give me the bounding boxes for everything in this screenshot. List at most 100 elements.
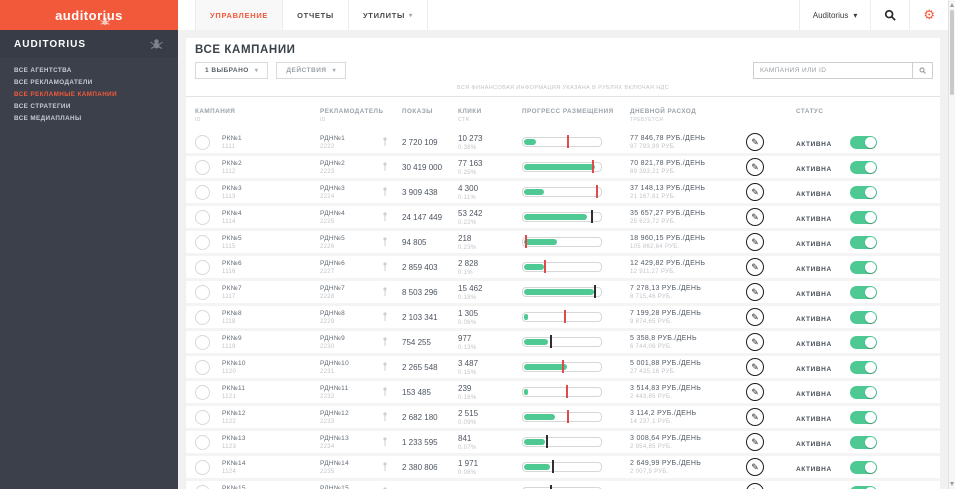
row-checkbox[interactable] xyxy=(195,184,210,200)
status-toggle[interactable] xyxy=(850,210,877,224)
logo[interactable]: auditorius xyxy=(0,0,178,30)
advertiser-name[interactable]: РДН№15 xyxy=(320,485,382,489)
campaign-name[interactable]: РК№8 xyxy=(222,310,320,317)
advertiser-name[interactable]: РДН№11 xyxy=(320,385,382,392)
status-toggle[interactable] xyxy=(850,360,877,374)
edit-button[interactable]: ✎ xyxy=(746,483,764,489)
status-toggle[interactable] xyxy=(850,460,877,474)
edit-button[interactable]: ✎ xyxy=(746,133,764,151)
edit-button[interactable]: ✎ xyxy=(746,433,764,451)
selected-dropdown[interactable]: 1 ВЫБРАНО ▾ xyxy=(195,62,269,79)
status-toggle[interactable] xyxy=(850,410,877,424)
row-checkbox[interactable] xyxy=(195,359,210,375)
row-checkbox[interactable] xyxy=(195,134,210,150)
sidebar-item[interactable]: ВСЕ РЕКЛАМОДАТЕЛИ xyxy=(14,79,164,86)
actions-dropdown[interactable]: ДЕЙСТВИЯ ▾ xyxy=(276,62,347,79)
campaign-name[interactable]: РК№15 xyxy=(222,485,320,489)
account-menu[interactable]: Auditorius ▾ xyxy=(798,0,871,30)
campaign-name[interactable]: РК№9 xyxy=(222,335,320,342)
campaign-search-button[interactable] xyxy=(913,62,933,79)
edit-button[interactable]: ✎ xyxy=(746,458,764,476)
row-checkbox[interactable] xyxy=(195,159,210,175)
row-checkbox[interactable] xyxy=(195,209,210,225)
pencil-icon: ✎ xyxy=(751,436,759,447)
scroll-up-arrow-icon[interactable] xyxy=(950,3,954,7)
progress-marker xyxy=(593,285,596,298)
scrollbar-thumb[interactable] xyxy=(950,10,954,95)
advertiser-name[interactable]: РДН№13 xyxy=(320,435,382,442)
advertiser-name[interactable]: РДН№5 xyxy=(320,235,382,242)
status-toggle[interactable] xyxy=(850,135,877,149)
campaign-type-icon xyxy=(383,337,387,346)
row-checkbox[interactable] xyxy=(195,484,210,489)
advertiser-name[interactable]: РДН№6 xyxy=(320,260,382,267)
status-toggle[interactable] xyxy=(850,235,877,249)
advertiser-name[interactable]: РДН№3 xyxy=(320,185,382,192)
status-toggle[interactable] xyxy=(850,310,877,324)
advertiser-name[interactable]: РДН№12 xyxy=(320,410,382,417)
campaign-name[interactable]: РК№4 xyxy=(222,210,320,217)
advertiser-name[interactable]: РДН№1 xyxy=(320,135,382,142)
status-toggle[interactable] xyxy=(850,260,877,274)
nav-item[interactable]: УТИЛИТЫ ▾ xyxy=(349,0,428,30)
status-toggle[interactable] xyxy=(850,385,877,399)
edit-button[interactable]: ✎ xyxy=(746,383,764,401)
edit-button[interactable]: ✎ xyxy=(746,183,764,201)
row-checkbox[interactable] xyxy=(195,309,210,325)
sidebar-item[interactable]: ВСЕ СТРАТЕГИИ xyxy=(14,103,164,110)
row-checkbox[interactable] xyxy=(195,459,210,475)
status-toggle[interactable] xyxy=(850,185,877,199)
advertiser-name[interactable]: РДН№9 xyxy=(320,335,382,342)
advertiser-name[interactable]: РДН№14 xyxy=(320,460,382,467)
edit-button[interactable]: ✎ xyxy=(746,233,764,251)
vertical-scrollbar[interactable] xyxy=(948,0,955,489)
advertiser-name[interactable]: РДН№7 xyxy=(320,285,382,292)
campaign-name[interactable]: РК№13 xyxy=(222,435,320,442)
sidebar-item[interactable]: ВСЕ РЕКЛАМНЫЕ КАМПАНИИ xyxy=(14,91,164,98)
campaign-search-input[interactable] xyxy=(753,62,913,79)
advertiser-name[interactable]: РДН№4 xyxy=(320,210,382,217)
campaign-name[interactable]: РК№10 xyxy=(222,360,320,367)
edit-button[interactable]: ✎ xyxy=(746,308,764,326)
advertiser-name[interactable]: РДН№10 xyxy=(320,360,382,367)
row-checkbox[interactable] xyxy=(195,284,210,300)
advertiser-name[interactable]: РДН№2 xyxy=(320,160,382,167)
edit-button[interactable]: ✎ xyxy=(746,158,764,176)
row-checkbox[interactable] xyxy=(195,259,210,275)
campaign-name[interactable]: РК№6 xyxy=(222,260,320,267)
status-toggle[interactable] xyxy=(850,285,877,299)
sidebar-item[interactable]: ВСЕ АГЕНТСТВА xyxy=(14,67,164,74)
campaign-name[interactable]: РК№7 xyxy=(222,285,320,292)
row-checkbox[interactable] xyxy=(195,384,210,400)
campaign-name[interactable]: РК№14 xyxy=(222,460,320,467)
nav-item[interactable]: УПРАВЛЕНИЕ xyxy=(195,0,284,30)
global-search-button[interactable] xyxy=(870,0,909,30)
edit-button[interactable]: ✎ xyxy=(746,283,764,301)
status-toggle[interactable] xyxy=(850,335,877,349)
row-checkbox[interactable] xyxy=(195,234,210,250)
campaign-name[interactable]: РК№12 xyxy=(222,410,320,417)
edit-button[interactable]: ✎ xyxy=(746,408,764,426)
edit-button[interactable]: ✎ xyxy=(746,333,764,351)
status-toggle[interactable] xyxy=(850,160,877,174)
edit-button[interactable]: ✎ xyxy=(746,208,764,226)
nav-item[interactable]: ОТЧЕТЫ xyxy=(283,0,349,30)
edit-button[interactable]: ✎ xyxy=(746,258,764,276)
row-checkbox[interactable] xyxy=(195,334,210,350)
row-checkbox[interactable] xyxy=(195,434,210,450)
pencil-icon: ✎ xyxy=(751,361,759,372)
advertiser-name[interactable]: РДН№8 xyxy=(320,310,382,317)
edit-button[interactable]: ✎ xyxy=(746,358,764,376)
campaign-name[interactable]: РК№3 xyxy=(222,185,320,192)
settings-button[interactable]: ⚙ xyxy=(909,0,948,30)
sidebar-item[interactable]: ВСЕ МЕДИАПЛАНЫ xyxy=(14,115,164,122)
campaign-name[interactable]: РК№1 xyxy=(222,135,320,142)
daily-spend-value: 37 148,13 РУБ./ДЕНЬ xyxy=(630,184,706,192)
status-toggle[interactable] xyxy=(850,435,877,449)
campaign-name[interactable]: РК№2 xyxy=(222,160,320,167)
campaign-name[interactable]: РК№11 xyxy=(222,385,320,392)
status-toggle[interactable] xyxy=(850,485,877,489)
row-checkbox[interactable] xyxy=(195,409,210,425)
scroll-down-arrow-icon[interactable] xyxy=(950,482,954,486)
campaign-name[interactable]: РК№5 xyxy=(222,235,320,242)
